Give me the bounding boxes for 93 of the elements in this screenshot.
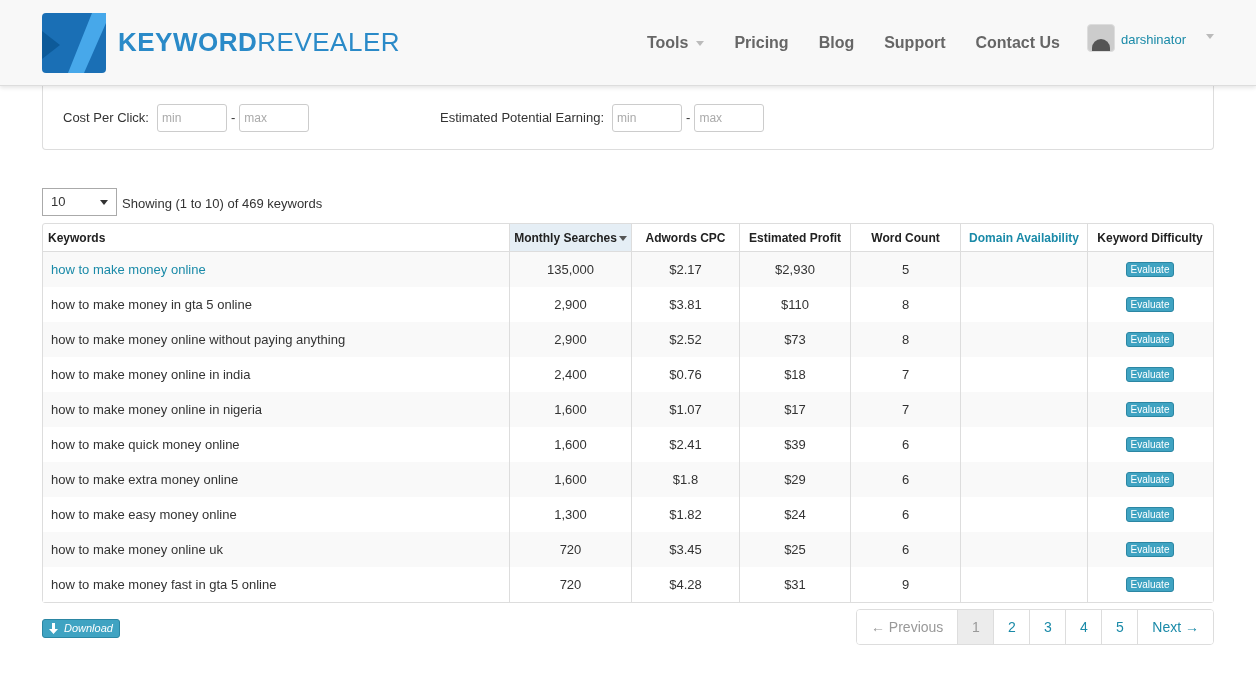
- evaluate-button[interactable]: Evaluate: [1125, 437, 1175, 452]
- table-cell-text: $29: [784, 470, 806, 489]
- table-cell-text: 1,300: [554, 505, 587, 524]
- max-field[interactable]: max: [239, 103, 310, 132]
- evaluate-button[interactable]: Evaluate: [1125, 577, 1175, 592]
- table-cell-text: $4.28: [669, 575, 702, 594]
- keyword-cell-text: how to make money in gta 5 online: [51, 295, 252, 314]
- table-cell-text: $17: [784, 400, 806, 419]
- table-cell-text: $1.8: [672, 470, 699, 489]
- page-size-select[interactable]: 10: [42, 188, 117, 216]
- table-cell-text: 2,900: [554, 330, 587, 349]
- logo-icon[interactable]: [42, 12, 106, 73]
- username[interactable]: darshinator: [1120, 30, 1186, 50]
- evaluate-button[interactable]: Evaluate: [1125, 507, 1175, 522]
- column-header[interactable]: Word Count: [851, 224, 961, 251]
- column-header[interactable]: Keyword Difficulty: [1088, 224, 1212, 251]
- table-cell-text: $2.52: [669, 330, 702, 349]
- table-cell-text: 720: [559, 540, 582, 559]
- table-cell-text: $110: [781, 295, 809, 314]
- table-cell-text: $18: [784, 365, 806, 384]
- table-cell-text: 720: [559, 575, 582, 594]
- pagination-link[interactable]: Next →: [1137, 610, 1213, 644]
- table-cell-text: $31: [784, 575, 806, 594]
- evaluate-button[interactable]: Evaluate: [1125, 542, 1175, 557]
- keyword-cell-text: how to make money online in nigeria: [51, 400, 262, 419]
- table-cell-text: 8: [901, 295, 910, 314]
- column-header[interactable]: Adwords CPC: [632, 224, 740, 251]
- table-cell-text: $39: [784, 435, 806, 454]
- pagination-link[interactable]: 1: [957, 610, 994, 644]
- table-cell-text: $2,930: [775, 260, 815, 279]
- table-cell-text: 135,000: [547, 260, 594, 279]
- keyword-cell-text: how to make money online without paying anything: [51, 330, 346, 349]
- logo-text[interactable]: KEYWORDREVEALER: [118, 23, 400, 62]
- column-header[interactable]: Domain Availability: [961, 224, 1088, 251]
- nav-link[interactable]: Tools: [631, 30, 720, 55]
- table-cell-text: $25: [784, 540, 806, 559]
- min-field[interactable]: min: [612, 103, 683, 132]
- download-arrow-icon: [49, 623, 58, 634]
- table-cell-text: 1,600: [554, 470, 587, 489]
- evaluate-button[interactable]: Evaluate: [1125, 367, 1175, 382]
- nav-link[interactable]: Support: [869, 30, 961, 55]
- keyword-cell-text: how to make extra money online: [51, 470, 239, 489]
- table-cell-text: 9: [901, 575, 910, 594]
- caret-icon: [1206, 34, 1214, 40]
- table-cell-text: $24: [784, 505, 806, 524]
- nav-link[interactable]: Blog: [803, 30, 870, 55]
- results-summary: Showing (1 to 10) of 469 keywords: [122, 195, 323, 214]
- caret-icon: [696, 40, 705, 46]
- keyword-cell-text: how to make easy money online: [51, 505, 237, 524]
- table-cell-text: 5: [901, 260, 910, 279]
- column-header[interactable]: Estimated Profit: [740, 224, 851, 251]
- table-cell-text: $0.76: [669, 365, 702, 384]
- table-cell-text: 2,400: [554, 365, 587, 384]
- table-cell-text: 7: [901, 365, 910, 384]
- table-cell-text: $73: [784, 330, 806, 349]
- caret-icon: [100, 199, 108, 205]
- table-cell-text: 8: [901, 330, 910, 349]
- evaluate-button[interactable]: Evaluate: [1125, 402, 1175, 417]
- sort-icon: [618, 235, 627, 241]
- keyword-cell-text: how to make money fast in gta 5 online: [51, 575, 277, 594]
- evaluate-button[interactable]: Evaluate: [1125, 297, 1175, 312]
- column-header[interactable]: Monthly Searches: [510, 224, 632, 251]
- table-cell-text: $1.82: [669, 505, 702, 524]
- min-field[interactable]: min: [156, 103, 227, 132]
- keyword-link[interactable]: how to make money online: [51, 259, 206, 280]
- table-cell-text: 2,900: [554, 295, 587, 314]
- range-separator: -: [686, 108, 691, 127]
- avatar[interactable]: [1086, 24, 1115, 52]
- download-button[interactable]: Download: [42, 619, 120, 638]
- filter-label: Cost Per Click:: [63, 108, 149, 127]
- nav-link[interactable]: Pricing: [719, 30, 804, 55]
- evaluate-button[interactable]: Evaluate: [1125, 472, 1175, 487]
- max-field[interactable]: max: [694, 103, 765, 132]
- evaluate-button[interactable]: Evaluate: [1125, 262, 1175, 277]
- table-cell-text: 6: [901, 470, 910, 489]
- table-cell-text: $2.17: [669, 260, 702, 279]
- table-cell-text: $2.41: [669, 435, 702, 454]
- table-cell-text: 1,600: [554, 435, 587, 454]
- evaluate-button[interactable]: Evaluate: [1125, 332, 1175, 347]
- table-cell-text: 6: [901, 435, 910, 454]
- range-separator: -: [230, 108, 236, 127]
- nav-link[interactable]: Contact Us: [960, 30, 1075, 55]
- table-cell-text: 1,600: [554, 400, 587, 419]
- keyword-cell-text: how to make money online in india: [51, 365, 251, 384]
- keyword-cell-text: how to make quick money online: [51, 435, 240, 454]
- table-cell-text: $1.07: [669, 400, 702, 419]
- table-cell-text: $3.81: [669, 295, 702, 314]
- filter-label: Estimated Potential Earning:: [440, 108, 605, 127]
- table-cell-text: $3.45: [669, 540, 702, 559]
- table-cell-text: 6: [901, 505, 910, 524]
- table-cell-text: 6: [901, 540, 910, 559]
- table-cell-text: 7: [901, 400, 910, 419]
- keyword-cell-text: how to make money online uk: [51, 540, 223, 559]
